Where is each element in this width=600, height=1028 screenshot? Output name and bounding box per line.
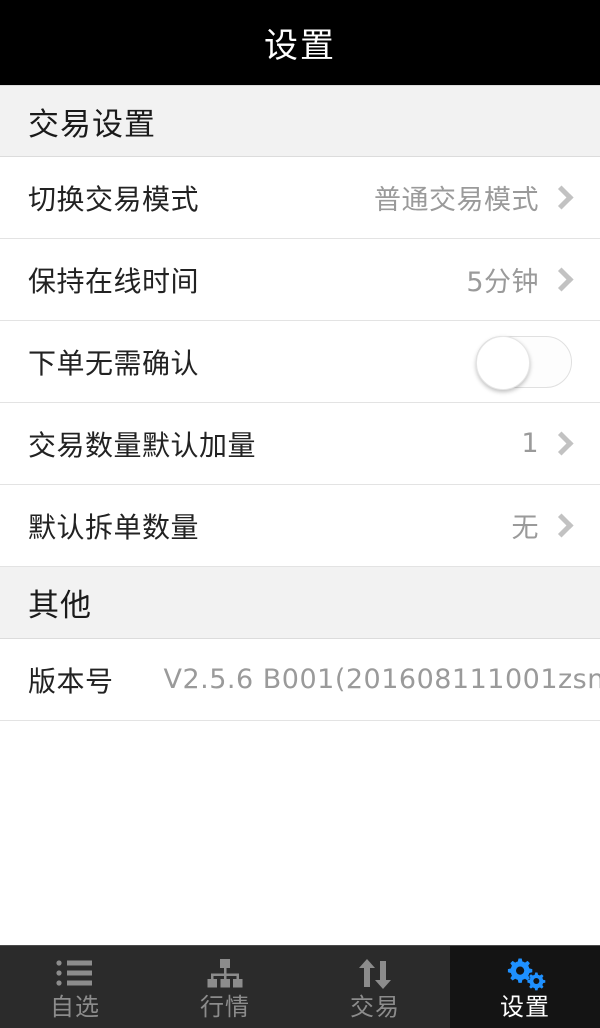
- chevron-right-icon: [549, 267, 574, 292]
- row-value: 5分钟: [466, 267, 539, 298]
- row-label: 下单无需确认: [28, 346, 200, 380]
- row-no-order-confirm[interactable]: 下单无需确认: [0, 321, 600, 403]
- chevron-right-icon: [549, 513, 574, 538]
- row-accessory: 普通交易模式: [374, 178, 576, 217]
- tab-label: 自选: [50, 992, 100, 1021]
- row-value: 无: [511, 513, 539, 544]
- section-title: 交易设置: [28, 106, 156, 143]
- row-label: 切换交易模式: [28, 182, 200, 216]
- list-icon: [52, 956, 98, 992]
- section-title: 其他: [28, 588, 92, 624]
- row-default-split-order-count[interactable]: 默认拆单数量 无: [0, 485, 600, 567]
- tab-trade[interactable]: 交易: [300, 946, 450, 1028]
- tab-watchlist[interactable]: 自选: [0, 946, 150, 1028]
- row-value: 1: [521, 428, 539, 459]
- settings-screen: 设置 交易设置 切换交易模式 普通交易模式 保持在线时间 5分钟 下单无需确认: [0, 0, 600, 1028]
- title-bar: 设置: [0, 0, 600, 85]
- row-accessory: 5分钟: [466, 260, 576, 299]
- page-title: 设置: [264, 26, 336, 66]
- row-accessory: 无: [512, 506, 577, 545]
- row-accessory: [476, 335, 576, 390]
- row-label: 默认拆单数量: [28, 510, 200, 544]
- bottom-tab-bar: 自选 行情 交易 设置: [0, 945, 600, 1028]
- row-switch-trade-mode[interactable]: 切换交易模式 普通交易模式: [0, 157, 600, 239]
- exchange-arrows-icon: [352, 956, 398, 992]
- row-label: 保持在线时间: [28, 264, 200, 298]
- toggle-knob: [476, 335, 530, 390]
- row-accessory: 1: [521, 428, 576, 459]
- tab-label: 设置: [500, 992, 550, 1021]
- row-value: 普通交易模式: [374, 185, 539, 216]
- tab-quotes[interactable]: 行情: [150, 946, 300, 1028]
- section-header-trade-settings: 交易设置: [0, 85, 600, 157]
- chevron-right-icon: [549, 431, 574, 456]
- row-version: 版本号 V2.5.6 B001(201608111001zsnc): [0, 639, 600, 721]
- tab-settings[interactable]: 设置: [450, 946, 600, 1028]
- row-label: 版本号: [28, 664, 114, 698]
- row-default-quantity-step[interactable]: 交易数量默认加量 1: [0, 403, 600, 485]
- version-value: V2.5.6 B001(201608111001zsnc): [163, 664, 600, 695]
- order-confirm-toggle[interactable]: [476, 335, 572, 390]
- gears-icon: [502, 956, 548, 992]
- tab-label: 交易: [350, 992, 400, 1021]
- chevron-right-icon: [549, 185, 574, 210]
- section-header-other: 其他: [0, 567, 600, 639]
- row-label: 交易数量默认加量: [28, 428, 257, 462]
- row-keep-online-time[interactable]: 保持在线时间 5分钟: [0, 239, 600, 321]
- tab-label: 行情: [200, 992, 250, 1021]
- settings-list: 交易设置 切换交易模式 普通交易模式 保持在线时间 5分钟 下单无需确认 交易数…: [0, 85, 600, 945]
- hierarchy-icon: [202, 956, 248, 992]
